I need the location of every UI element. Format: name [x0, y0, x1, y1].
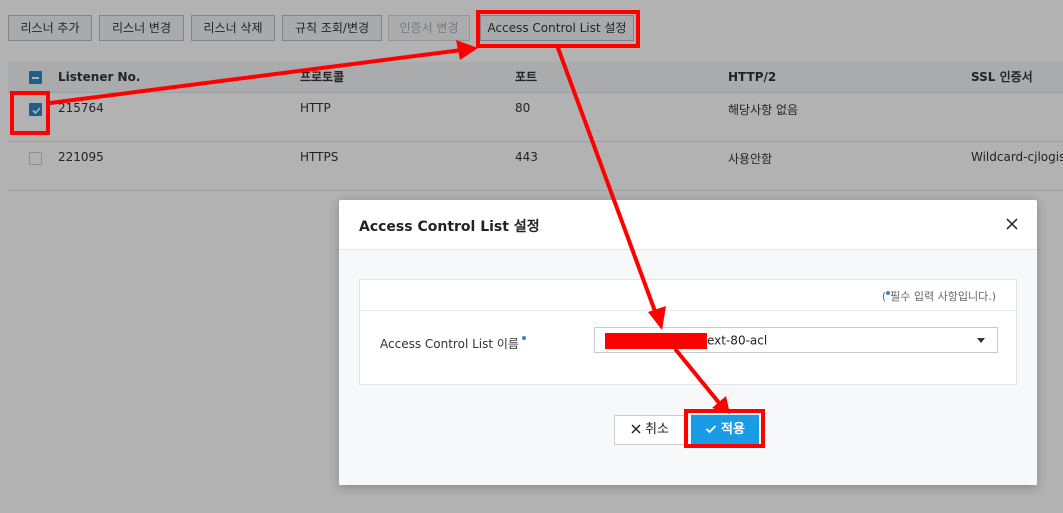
dialog-title: Access Control List 설정 [359, 219, 540, 235]
cancel-button[interactable]: 취소 [614, 415, 686, 445]
dialog-body: (필수 입력 사항입니다.) Access Control List 이름 ex… [339, 250, 1037, 485]
chevron-down-icon [977, 338, 985, 343]
acl-name-select[interactable]: ext-80-acl [594, 327, 998, 353]
required-dot-icon [521, 336, 526, 340]
apply-button-label: 적용 [721, 422, 745, 437]
check-icon [705, 425, 717, 434]
dialog-header: Access Control List 설정 [339, 200, 1037, 250]
panel-header: (필수 입력 사항입니다.) [360, 280, 1016, 311]
acl-name-label-text: Access Control List 이름 [380, 337, 519, 351]
apply-button[interactable]: 적용 [691, 415, 759, 445]
required-note: (필수 입력 사항입니다.) [882, 288, 996, 304]
close-icon [631, 424, 641, 434]
close-icon[interactable] [1005, 217, 1019, 231]
acl-settings-dialog: Access Control List 설정 (필수 입력 사항입니다.) Ac… [339, 200, 1037, 485]
required-note-text: 필수 입력 사항입니다.) [890, 290, 996, 303]
acl-name-value-text: ext-80-acl [707, 333, 768, 348]
cancel-button-label: 취소 [645, 422, 669, 437]
redaction-block [605, 333, 707, 349]
acl-name-label: Access Control List 이름 [380, 335, 526, 352]
acl-name-select-value: ext-80-acl [605, 333, 767, 349]
form-panel: (필수 입력 사항입니다.) Access Control List 이름 ex… [359, 279, 1017, 385]
